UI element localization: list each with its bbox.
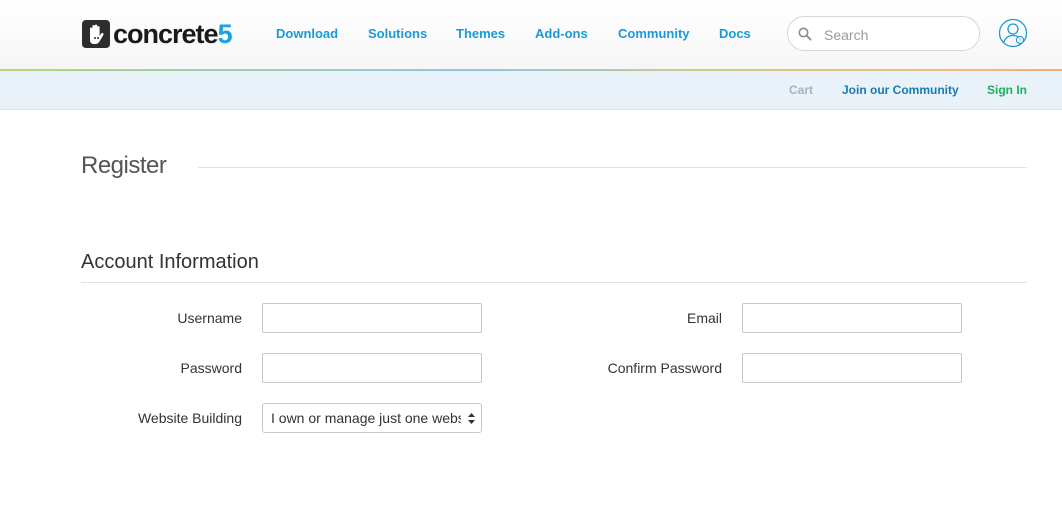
svg-text:?: ? (1019, 38, 1022, 44)
top-header: concrete5 Download Solutions Themes Add-… (0, 0, 1062, 70)
search-icon (798, 27, 812, 41)
nav-add-ons[interactable]: Add-ons (535, 26, 588, 41)
section-divider (81, 282, 1027, 283)
search-input[interactable] (822, 23, 976, 47)
cart-link[interactable]: Cart (789, 83, 813, 97)
hand-logo-icon (82, 20, 110, 48)
website-building-selected-value: I own or manage just one website (271, 410, 461, 426)
website-building-select[interactable]: I own or manage just one website (262, 403, 482, 433)
username-label: Username (177, 310, 242, 326)
logo-wordmark: concrete5 (113, 19, 233, 49)
nav-solutions[interactable]: Solutions (368, 26, 427, 41)
nav-community[interactable]: Community (618, 26, 690, 41)
user-account-icon[interactable]: ? (998, 18, 1028, 48)
confirm-password-label: Confirm Password (607, 360, 722, 376)
password-field[interactable] (262, 353, 482, 383)
page-title: Register (81, 152, 167, 179)
search-box[interactable] (787, 16, 980, 51)
concrete5-logo[interactable]: concrete5 (82, 19, 233, 49)
select-arrows-icon (468, 413, 475, 424)
email-label: Email (686, 310, 722, 326)
section-title: Account Information (81, 251, 259, 273)
nav-docs[interactable]: Docs (719, 26, 751, 41)
password-label: Password (180, 360, 242, 376)
confirm-password-field[interactable] (742, 353, 962, 383)
sign-in-link[interactable]: Sign In (987, 83, 1027, 97)
username-field[interactable] (262, 303, 482, 333)
join-community-link[interactable]: Join our Community (842, 83, 959, 97)
title-divider (198, 167, 1027, 168)
nav-download[interactable]: Download (276, 26, 338, 41)
nav-themes[interactable]: Themes (456, 26, 505, 41)
email-field[interactable] (742, 303, 962, 333)
sub-navigation-bar: Cart Join our Community Sign In (0, 71, 1062, 110)
website-building-label: Website Building (137, 410, 242, 426)
